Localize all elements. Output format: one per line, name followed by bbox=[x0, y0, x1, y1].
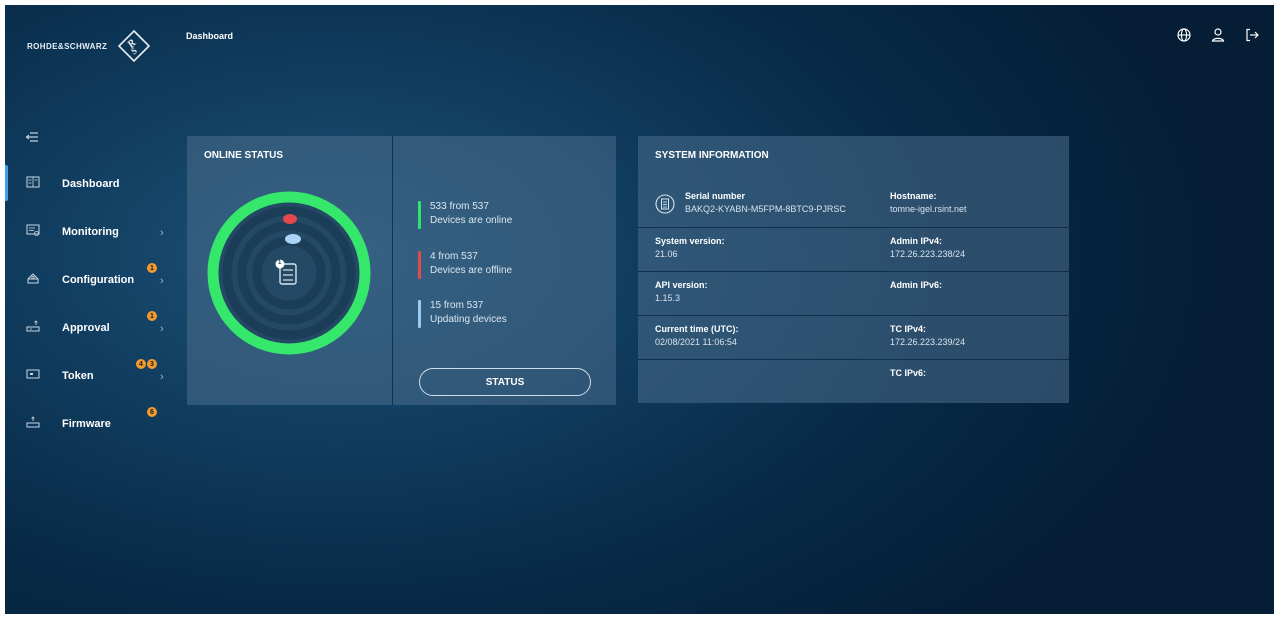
card-divider bbox=[392, 136, 393, 405]
header-actions bbox=[1176, 27, 1260, 43]
status-button[interactable]: STATUS bbox=[419, 368, 591, 396]
sidebar-item-dashboard[interactable]: Dashboard bbox=[5, 165, 175, 213]
brand-name: ROHDE&SCHWARZ bbox=[27, 41, 108, 51]
legend-color-updating bbox=[418, 300, 421, 328]
sidebar-item-label: Token bbox=[62, 370, 94, 382]
field-label: Admin IPv4: bbox=[890, 236, 943, 246]
sidebar-item-label: Firmware bbox=[62, 418, 111, 430]
notification-badge: 1 bbox=[147, 311, 157, 321]
legend-count: 4 from 537 bbox=[430, 251, 478, 262]
sidebar-nav: Dashboard Monitoring › Configuration 1 ›… bbox=[5, 165, 175, 453]
legend-count: 15 from 537 bbox=[430, 300, 484, 311]
approval-icon bbox=[26, 320, 40, 332]
monitoring-icon bbox=[26, 224, 40, 236]
field-label: System version: bbox=[655, 236, 725, 246]
legend-color-offline bbox=[418, 251, 421, 279]
field-label: TC IPv4: bbox=[890, 324, 927, 334]
legend-count: 533 from 537 bbox=[430, 201, 489, 212]
field-label: Current time (UTC): bbox=[655, 324, 739, 334]
sidebar-item-token[interactable]: Token 4 3 › bbox=[5, 357, 175, 405]
field-value: 02/08/2021 11:06:54 bbox=[655, 337, 737, 347]
sidebar-item-configuration[interactable]: Configuration 1 › bbox=[5, 261, 175, 309]
legend-label: Updating devices bbox=[430, 314, 507, 325]
firmware-icon bbox=[26, 416, 40, 428]
collapse-menu-icon[interactable] bbox=[25, 131, 39, 143]
field-value: BAKQ2-KYABN-M5FPM-8BTC9-PJRSC bbox=[685, 204, 846, 214]
online-status-title: ONLINE STATUS bbox=[204, 150, 284, 161]
sidebar-item-label: Configuration bbox=[62, 274, 135, 286]
field-label: Admin IPv6: bbox=[890, 280, 943, 290]
sidebar-item-label: Monitoring bbox=[62, 226, 119, 238]
notification-badge: 1 bbox=[147, 263, 157, 273]
field-value: 21.06 bbox=[655, 249, 678, 259]
logout-icon[interactable] bbox=[1244, 27, 1260, 43]
admin-ipv4-field: Admin IPv4: 172.26.223.238/24 bbox=[890, 236, 965, 259]
field-value: 172.26.223.239/24 bbox=[890, 337, 966, 347]
hostname-field: Hostname: tomne-igel.rsint.net bbox=[890, 191, 967, 214]
system-version-field: System version: 21.06 bbox=[655, 236, 725, 259]
globe-icon[interactable] bbox=[1176, 27, 1192, 43]
admin-ipv6-field: Admin IPv6: bbox=[890, 280, 942, 293]
brand[interactable]: ROHDE&SCHWARZ R S bbox=[27, 29, 151, 63]
api-version-field: API version: 1.15.3 bbox=[655, 280, 708, 303]
chevron-right-icon: › bbox=[160, 275, 164, 287]
configuration-icon bbox=[27, 273, 39, 284]
sidebar-item-approval[interactable]: Approval 1 › bbox=[5, 309, 175, 357]
field-value: tomne-igel.rsint.net bbox=[890, 204, 967, 214]
system-information-card: SYSTEM INFORMATION Serial number BAKQ2-K… bbox=[638, 136, 1069, 403]
sidebar-item-label: Approval bbox=[62, 322, 110, 334]
legend-color-online bbox=[418, 201, 421, 229]
notification-badge: 6 bbox=[147, 407, 157, 417]
chevron-right-icon: › bbox=[160, 227, 164, 239]
online-status-card: ONLINE STATUS 1 533 from 537 Devices are… bbox=[187, 136, 616, 405]
sidebar-item-firmware[interactable]: Firmware 6 bbox=[5, 405, 175, 453]
legend-label: Devices are offline bbox=[430, 265, 513, 276]
sidebar-item-monitoring[interactable]: Monitoring › bbox=[5, 213, 175, 261]
notification-badge: 4 bbox=[136, 359, 146, 369]
field-label: TC IPv6: bbox=[890, 368, 927, 378]
legend-label: Devices are online bbox=[430, 215, 513, 226]
serial-number-icon bbox=[655, 194, 675, 214]
token-icon bbox=[26, 369, 40, 379]
serial-number-field: Serial number BAKQ2-KYABN-M5FPM-8BTC9-PJ… bbox=[685, 191, 846, 214]
user-icon[interactable] bbox=[1210, 27, 1226, 43]
field-value: 172.26.223.238/24 bbox=[890, 249, 966, 259]
tc-ipv4-field: TC IPv4: 172.26.223.239/24 bbox=[890, 324, 965, 347]
field-label: Hostname: bbox=[890, 191, 937, 201]
field-value: 1.15.3 bbox=[655, 293, 681, 303]
chevron-right-icon: › bbox=[160, 323, 164, 335]
page-title: Dashboard bbox=[186, 31, 234, 41]
device-count-badge: 1 bbox=[278, 260, 282, 266]
field-label: Serial number bbox=[685, 191, 746, 201]
app-window: ROHDE&SCHWARZ R S Dashboard Dashboard Mo… bbox=[5, 5, 1274, 614]
online-status-ring bbox=[207, 191, 371, 355]
tc-ipv6-field: TC IPv6: bbox=[890, 368, 926, 381]
system-information-title: SYSTEM INFORMATION bbox=[655, 150, 769, 161]
field-label: API version: bbox=[655, 280, 708, 290]
current-time-field: Current time (UTC): 02/08/2021 11:06:54 bbox=[655, 324, 739, 347]
rohde-schwarz-logo-icon: R S bbox=[118, 29, 151, 63]
dashboard-icon bbox=[26, 176, 40, 188]
notification-badge: 3 bbox=[147, 359, 157, 369]
chevron-right-icon: › bbox=[160, 371, 164, 383]
sidebar-item-label: Dashboard bbox=[62, 178, 120, 190]
